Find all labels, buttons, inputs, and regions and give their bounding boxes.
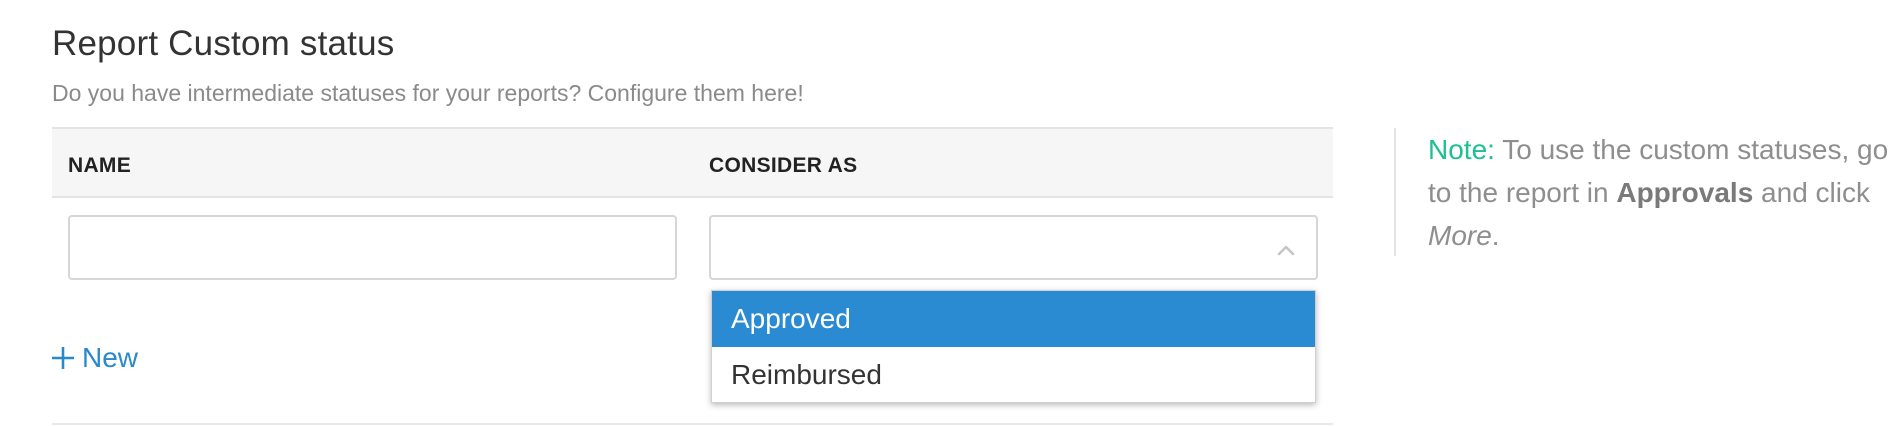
plus-icon bbox=[52, 347, 74, 369]
option-reimbursed[interactable]: Reimbursed bbox=[712, 347, 1315, 403]
note-approvals-text: Approvals bbox=[1616, 177, 1754, 208]
note-text-part-2: and click bbox=[1753, 177, 1870, 208]
note-text-part-3: . bbox=[1491, 220, 1500, 251]
table-header: NAME CONSIDER AS bbox=[52, 127, 1333, 198]
section-divider bbox=[52, 423, 1333, 425]
column-header-name: NAME bbox=[68, 154, 132, 177]
note-label: Note: bbox=[1428, 134, 1495, 165]
status-table: NAME CONSIDER AS bbox=[52, 127, 1333, 198]
add-new-label: New bbox=[82, 342, 139, 373]
note-panel: Note: To use the custom statuses, go to … bbox=[1394, 128, 1888, 256]
option-approved[interactable]: Approved bbox=[712, 291, 1315, 347]
note-more-text: More bbox=[1428, 220, 1492, 251]
chevron-up-icon bbox=[1277, 245, 1295, 256]
column-header-consider-as: CONSIDER AS bbox=[709, 154, 858, 177]
note-text: Note: To use the custom statuses, go to … bbox=[1428, 128, 1890, 257]
consider-as-dropdown: Approved Reimbursed bbox=[711, 290, 1316, 403]
consider-as-select[interactable] bbox=[709, 215, 1318, 280]
page-subtitle: Do you have intermediate statuses for yo… bbox=[52, 80, 804, 106]
status-name-input[interactable] bbox=[68, 215, 677, 280]
add-new-status-button[interactable]: New bbox=[50, 342, 138, 374]
page-title: Report Custom status bbox=[52, 24, 395, 63]
